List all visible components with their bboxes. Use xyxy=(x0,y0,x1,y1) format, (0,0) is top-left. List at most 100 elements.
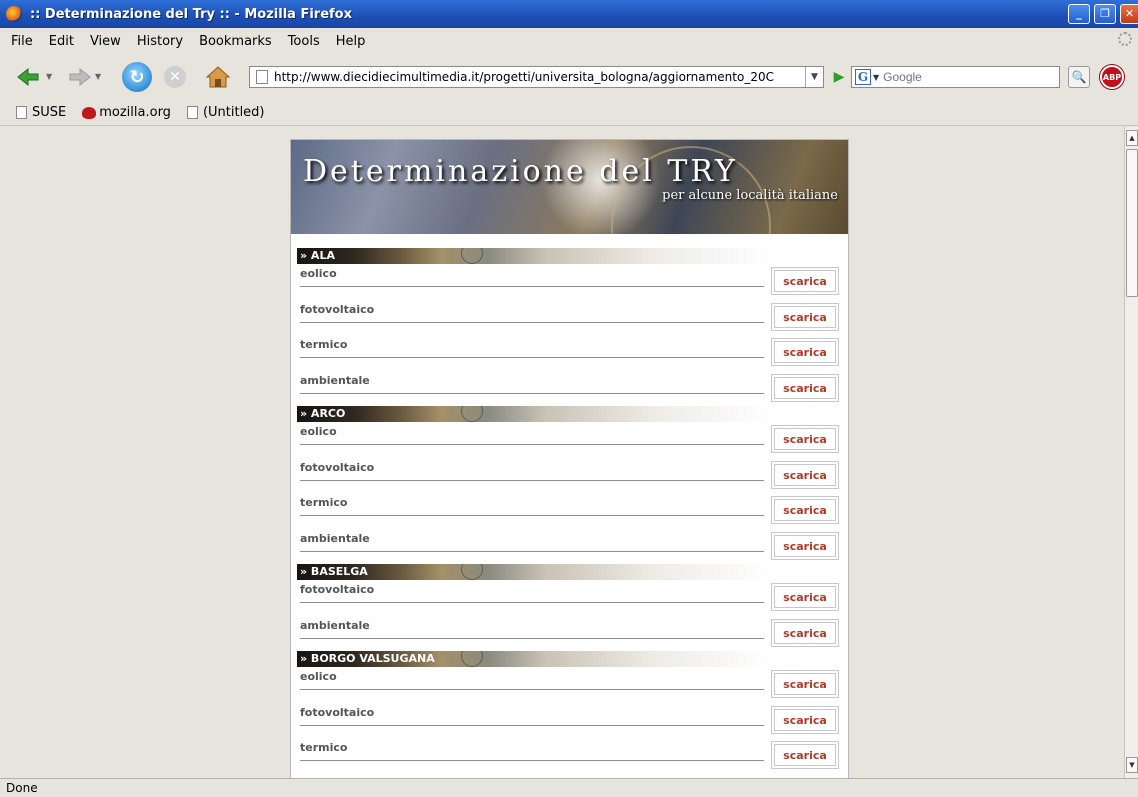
back-dropdown-icon[interactable]: ▼ xyxy=(46,72,52,81)
download-button[interactable]: scarica xyxy=(771,670,839,698)
bookmark-suse[interactable]: SUSE xyxy=(16,105,66,120)
dataset-label: fotovoltaico xyxy=(300,460,375,474)
reload-button[interactable]: ↻ xyxy=(122,62,152,92)
row-divider xyxy=(300,444,764,445)
throbber-icon xyxy=(1118,32,1132,46)
menu-view[interactable]: View xyxy=(82,34,129,49)
home-icon xyxy=(205,66,231,88)
bookmark-label: SUSE xyxy=(32,105,67,120)
dataset-label: termico xyxy=(300,496,348,509)
download-button-label: scarica xyxy=(774,586,836,608)
dataset-label: fotovoltaico xyxy=(300,302,375,316)
row-divider xyxy=(300,515,764,516)
reload-icon: ↻ xyxy=(129,66,145,88)
page-icon xyxy=(256,70,268,84)
menu-file[interactable]: File xyxy=(0,34,41,49)
download-button-label: scarica xyxy=(774,621,836,644)
dataset-label: eolico xyxy=(300,267,337,280)
menu-history[interactable]: History xyxy=(129,34,191,49)
status-text: Done xyxy=(6,781,38,795)
page-subtitle: per alcune località italiane xyxy=(662,188,838,203)
url-bar[interactable]: http://www.diecidiecimultimedia.it/proge… xyxy=(249,66,824,88)
go-button[interactable]: ▶ xyxy=(830,68,848,86)
row-divider xyxy=(300,479,764,481)
stop-button[interactable]: ✕ xyxy=(164,66,186,88)
bookmarks-toolbar: SUSE mozilla.org (Untitled) xyxy=(0,100,1138,126)
vertical-scrollbar[interactable]: ▲ ▼ xyxy=(1124,127,1138,778)
url-text[interactable]: http://www.diecidiecimultimedia.it/proge… xyxy=(274,70,805,84)
window-title: :: Determinazione del Try :: - Mozilla F… xyxy=(30,6,352,22)
adblock-icon: ABP xyxy=(1102,72,1122,82)
page-title: Determinazione del TRY xyxy=(303,154,738,189)
dataset-label: ambientale xyxy=(300,618,370,632)
row-divider xyxy=(300,637,764,639)
row-divider xyxy=(300,724,764,726)
download-button-label: scarica xyxy=(774,463,836,486)
download-button-label: scarica xyxy=(774,341,836,363)
location-header: » ARCO xyxy=(297,406,774,422)
download-row: fotovoltaico scarica xyxy=(297,300,842,336)
row-divider xyxy=(300,321,764,323)
bookmark-untitled[interactable]: (Untitled) xyxy=(186,105,265,120)
close-button[interactable]: ✕ xyxy=(1120,4,1138,24)
download-button[interactable]: scarica xyxy=(771,496,839,524)
download-button[interactable]: scarica xyxy=(771,618,839,647)
back-button[interactable] xyxy=(16,66,44,88)
header-banner: Determinazione del TRY per alcune locali… xyxy=(291,140,848,234)
download-button[interactable]: scarica xyxy=(771,583,839,611)
scroll-down-icon[interactable]: ▼ xyxy=(1126,757,1138,773)
row-divider xyxy=(300,602,764,603)
firefox-icon xyxy=(6,6,22,22)
download-button[interactable]: scarica xyxy=(771,267,839,295)
location-section: » ALA eolico scarica fotovoltaico scarica ter… xyxy=(297,248,842,406)
download-button[interactable]: scarica xyxy=(771,425,839,453)
menu-edit[interactable]: Edit xyxy=(41,34,82,49)
download-button-label: scarica xyxy=(774,673,836,695)
search-button[interactable]: 🔍 xyxy=(1068,66,1090,88)
home-button[interactable] xyxy=(205,64,231,90)
dataset-label: termico xyxy=(300,338,348,351)
search-engine-dropdown-icon[interactable]: ▼ xyxy=(873,73,879,82)
menu-tools[interactable]: Tools xyxy=(280,34,328,49)
maximize-button[interactable]: ❐ xyxy=(1094,4,1116,24)
page-icon xyxy=(16,106,27,119)
bookmark-label: (Untitled) xyxy=(202,105,265,120)
mozilla-icon xyxy=(82,106,97,119)
download-button-label: scarica xyxy=(774,428,836,450)
download-button[interactable]: scarica xyxy=(771,705,839,734)
download-button[interactable]: scarica xyxy=(771,373,839,402)
menu-bookmarks[interactable]: Bookmarks xyxy=(191,34,280,49)
scroll-up-icon[interactable]: ▲ xyxy=(1126,130,1138,146)
download-button[interactable]: scarica xyxy=(771,531,839,560)
download-row: fotovoltaico scarica xyxy=(297,580,842,616)
location-header: » ALA xyxy=(297,248,774,264)
download-button-label: scarica xyxy=(774,305,836,328)
row-divider xyxy=(300,689,764,690)
download-button-label: scarica xyxy=(774,270,836,292)
download-row: eolico scarica xyxy=(297,667,842,703)
minimize-button[interactable]: _ xyxy=(1068,4,1090,24)
dataset-label: fotovoltaico xyxy=(300,705,375,719)
google-engine-icon[interactable]: G xyxy=(855,69,871,85)
search-input[interactable] xyxy=(883,70,1034,84)
forward-arrow-icon xyxy=(69,67,91,87)
download-button-label: scarica xyxy=(774,744,836,766)
status-bar: Done xyxy=(0,778,1138,796)
url-dropdown-icon[interactable]: ▼ xyxy=(805,67,823,87)
download-button[interactable]: scarica xyxy=(771,338,839,366)
download-button[interactable]: scarica xyxy=(771,302,839,331)
row-divider xyxy=(300,392,764,394)
download-button[interactable]: scarica xyxy=(771,741,839,769)
search-box[interactable]: G ▼ xyxy=(851,66,1060,88)
download-button-label: scarica xyxy=(774,534,836,557)
menu-help[interactable]: Help xyxy=(328,34,374,49)
dataset-label: eolico xyxy=(300,670,337,683)
forward-button[interactable] xyxy=(64,66,92,88)
scrollbar-thumb[interactable] xyxy=(1126,149,1138,297)
dataset-label: ambientale xyxy=(300,373,370,387)
bookmark-mozilla[interactable]: mozilla.org xyxy=(82,105,171,120)
adblock-button[interactable]: ABP xyxy=(1100,65,1124,89)
download-button[interactable]: scarica xyxy=(771,460,839,489)
page-container: Determinazione del TRY per alcune locali… xyxy=(290,139,849,778)
forward-dropdown-icon[interactable]: ▼ xyxy=(95,72,101,81)
